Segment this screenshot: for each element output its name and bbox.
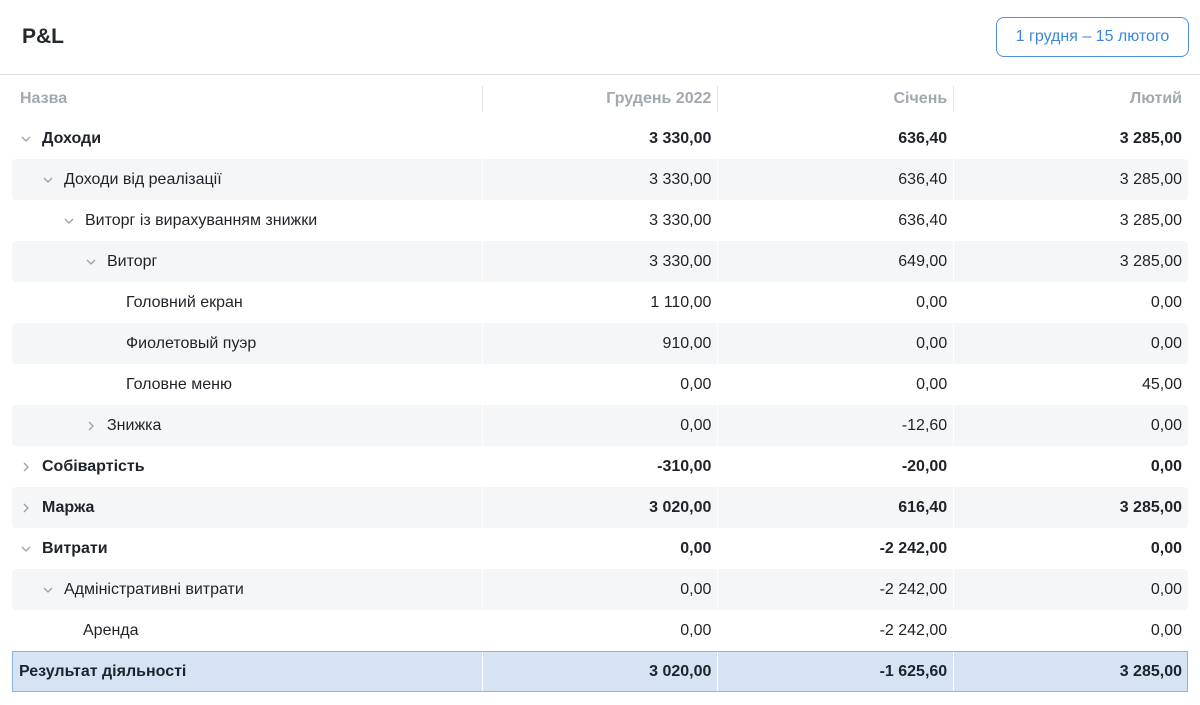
row-value-feb: 45,00 <box>1141 375 1182 393</box>
row-value-jan: 0,00 <box>916 375 948 393</box>
row-value-feb: 3 285,00 <box>954 159 1188 200</box>
table-row[interactable]: Головний екран 1 110,00 0,00 0,00 <box>12 282 1188 323</box>
row-value-jan: -20,00 <box>901 457 948 475</box>
row-value-jan: 636,40 <box>718 159 954 200</box>
row-value-dec: 3 020,00 <box>482 487 718 528</box>
table-row-result[interactable]: Результат діяльності 3 020,00 -1 625,60 … <box>12 651 1188 692</box>
row-value-jan: 649,00 <box>718 241 954 282</box>
column-header-feb[interactable]: Лютий <box>954 80 1188 118</box>
table-row[interactable]: Маржа 3 020,00 616,40 3 285,00 <box>12 487 1188 528</box>
row-value-dec: 0,00 <box>482 569 718 610</box>
table-row[interactable]: Знижка 0,00 -12,60 0,00 <box>12 405 1188 446</box>
table-row[interactable]: Витрати 0,00 -2 242,00 0,00 <box>12 528 1188 569</box>
chevron-down-icon[interactable] <box>85 256 97 268</box>
row-value-jan: 0,00 <box>718 323 954 364</box>
chevron-down-icon[interactable] <box>20 133 32 145</box>
chevron-right-icon[interactable] <box>85 420 97 432</box>
row-value-jan: 0,00 <box>916 293 948 311</box>
row-label: Фиолетовый пуэр <box>126 334 257 352</box>
row-value-feb: 0,00 <box>1150 539 1182 557</box>
row-value-feb: 0,00 <box>1150 293 1182 311</box>
pl-table: Назва Грудень 2022 Січень Лютий Доходи 3… <box>12 80 1188 692</box>
chevron-down-icon[interactable] <box>42 584 54 596</box>
row-value-feb: 3 285,00 <box>1119 129 1182 147</box>
table-row[interactable]: Доходи від реалізації 3 330,00 636,40 3 … <box>12 159 1188 200</box>
table-row[interactable]: Головне меню 0,00 0,00 45,00 <box>12 364 1188 405</box>
table-row[interactable]: Адміністративні витрати 0,00 -2 242,00 0… <box>12 569 1188 610</box>
column-header-jan[interactable]: Січень <box>718 80 954 118</box>
row-value-feb: 3 285,00 <box>954 651 1188 692</box>
row-value-feb: 3 285,00 <box>954 241 1188 282</box>
row-value-dec: 1 110,00 <box>650 293 712 311</box>
row-label: Доходи <box>42 129 102 147</box>
row-label: Результат діяльності <box>19 662 187 680</box>
row-value-dec: 0,00 <box>680 375 712 393</box>
table-header-row: Назва Грудень 2022 Січень Лютий <box>12 80 1188 118</box>
date-range-button[interactable]: 1 грудня – 15 лютого <box>996 17 1189 57</box>
row-label: Маржа <box>42 498 95 516</box>
page-title: P&L <box>22 25 64 48</box>
row-value-dec: 0,00 <box>680 621 712 639</box>
row-value-dec: 3 330,00 <box>649 129 712 147</box>
row-label: Виторг із вирахуванням знижки <box>85 211 318 229</box>
row-value-jan: -2 242,00 <box>718 569 954 610</box>
column-header-name[interactable]: Назва <box>12 80 483 118</box>
row-value-jan: 616,40 <box>718 487 954 528</box>
table-row[interactable]: Собівартість -310,00 -20,00 0,00 <box>12 446 1188 487</box>
row-value-dec: 3 020,00 <box>482 651 718 692</box>
row-value-jan: 636,40 <box>898 211 948 229</box>
table-row[interactable]: Фиолетовый пуэр 910,00 0,00 0,00 <box>12 323 1188 364</box>
row-value-feb: 3 285,00 <box>954 487 1188 528</box>
row-label: Головне меню <box>126 375 232 393</box>
row-value-dec: 0,00 <box>680 539 712 557</box>
row-value-jan: -2 242,00 <box>879 539 948 557</box>
row-value-feb: 0,00 <box>1150 457 1182 475</box>
table-row[interactable]: Аренда 0,00 -2 242,00 0,00 <box>12 610 1188 651</box>
table-row[interactable]: Виторг 3 330,00 649,00 3 285,00 <box>12 241 1188 282</box>
row-value-feb: 3 285,00 <box>1119 211 1183 229</box>
table-row[interactable]: Доходи 3 330,00 636,40 3 285,00 <box>12 118 1188 159</box>
table-row[interactable]: Виторг із вирахуванням знижки 3 330,00 6… <box>12 200 1188 241</box>
row-label: Витрати <box>42 539 108 557</box>
row-label: Виторг <box>107 252 158 270</box>
row-value-feb: 0,00 <box>954 569 1188 610</box>
row-value-jan: -2 242,00 <box>879 621 948 639</box>
row-value-dec: 0,00 <box>482 405 718 446</box>
chevron-down-icon[interactable] <box>20 543 32 555</box>
row-label: Аренда <box>83 621 139 639</box>
row-value-feb: 0,00 <box>1150 621 1182 639</box>
page-header: P&L 1 грудня – 15 лютого <box>0 0 1200 75</box>
chevron-down-icon[interactable] <box>63 215 75 227</box>
row-value-jan: 636,40 <box>898 129 948 147</box>
row-value-dec: 3 330,00 <box>482 159 718 200</box>
row-label: Доходи від реалізації <box>64 170 222 188</box>
chevron-right-icon[interactable] <box>20 502 32 514</box>
row-value-feb: 0,00 <box>954 323 1188 364</box>
row-value-feb: 0,00 <box>954 405 1188 446</box>
row-value-dec: 3 330,00 <box>482 241 718 282</box>
row-label: Знижка <box>107 416 162 434</box>
row-value-jan: -1 625,60 <box>718 651 954 692</box>
row-value-dec: 910,00 <box>482 323 718 364</box>
row-value-dec: 3 330,00 <box>649 211 712 229</box>
chevron-right-icon[interactable] <box>20 461 32 473</box>
row-label: Собівартість <box>42 457 145 475</box>
row-value-dec: -310,00 <box>657 457 712 475</box>
row-value-jan: -12,60 <box>718 405 954 446</box>
chevron-down-icon[interactable] <box>42 174 54 186</box>
column-header-dec-2022[interactable]: Грудень 2022 <box>483 80 719 118</box>
row-label: Головний екран <box>126 293 243 311</box>
row-label: Адміністративні витрати <box>64 580 244 598</box>
